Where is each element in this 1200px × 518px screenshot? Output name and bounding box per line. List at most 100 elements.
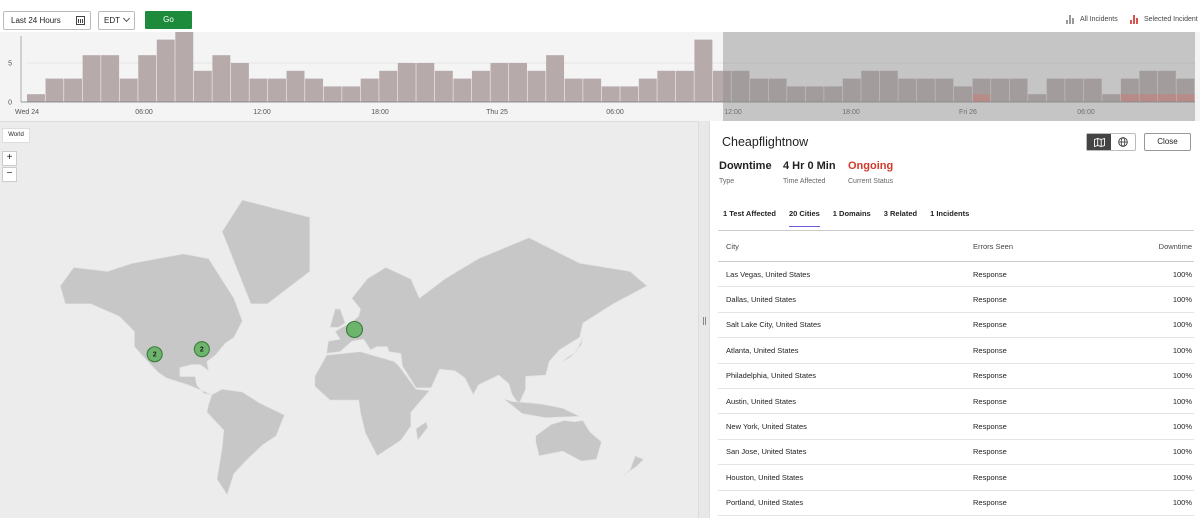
histogram-bar[interactable] <box>601 86 620 102</box>
city-cell: Houston, United States <box>726 472 804 482</box>
histogram-bar[interactable] <box>175 32 194 102</box>
histogram-bar[interactable] <box>620 86 639 102</box>
column-header-city[interactable]: City <box>718 242 973 251</box>
table-row[interactable]: New York, United States Response 100% <box>718 414 1194 440</box>
histogram-bar[interactable] <box>397 63 416 102</box>
greenland-shape <box>221 199 311 305</box>
location-cluster-marker[interactable] <box>345 320 364 339</box>
madagascar-shape <box>415 421 429 442</box>
calendar-icon[interactable] <box>76 16 85 25</box>
histogram-bar[interactable] <box>212 55 231 102</box>
histogram-bar[interactable] <box>638 78 657 102</box>
column-header-downtime[interactable]: Downtime <box>1123 242 1194 251</box>
cluster-count: 2 <box>153 352 157 359</box>
histogram-bar[interactable] <box>268 78 286 102</box>
x-tick-label: 18:00 <box>371 109 389 116</box>
histogram-bar[interactable] <box>490 63 509 102</box>
histogram-bar[interactable] <box>453 78 472 102</box>
table-row[interactable]: Dallas, United States Response 100% <box>718 287 1194 313</box>
time-range-select[interactable]: Last 24 Hours <box>3 11 91 30</box>
tab-related[interactable]: 3 Related <box>879 209 922 231</box>
histogram-chart[interactable]: 50Wed 24 06:00 12:00 18:00 Thu 25 06:00 12:00 1… <box>0 32 1200 121</box>
downtime-cell: 100% <box>1172 320 1192 330</box>
stat-type-label: Type <box>719 178 735 185</box>
bar-chart-icon <box>1066 15 1076 24</box>
histogram-bar[interactable] <box>156 39 175 102</box>
city-cell: San Jose, United States <box>726 447 807 457</box>
legend-all-incidents[interactable]: All Incidents <box>1066 15 1118 24</box>
tab-cities[interactable]: 20 Cities <box>784 209 825 231</box>
city-cell: Philadelphia, United States <box>726 371 817 381</box>
table-row[interactable]: Salt Lake City, United States Response 100… <box>718 313 1194 339</box>
panel-splitter[interactable] <box>698 121 710 518</box>
table-row[interactable]: Houston, United States Response 100% <box>718 465 1194 491</box>
map-view-button[interactable] <box>1087 134 1111 150</box>
histogram-bar[interactable] <box>564 78 583 102</box>
histogram-bar[interactable] <box>379 70 398 102</box>
histogram-bar[interactable] <box>675 70 694 102</box>
downtime-cell: 100% <box>1172 345 1192 355</box>
new-zealand-shape <box>623 455 645 476</box>
world-map[interactable]: 22 World + − <box>0 121 698 518</box>
histogram-bar[interactable] <box>119 78 138 102</box>
histogram-bar[interactable] <box>583 78 602 102</box>
histogram-bar[interactable] <box>471 70 490 102</box>
tab-domains[interactable]: 1 Domains <box>828 209 876 231</box>
tab-incidents[interactable]: 1 Incidents <box>925 209 974 231</box>
histogram-bar[interactable] <box>323 86 342 102</box>
downtime-cell: 100% <box>1172 472 1192 482</box>
histogram-bar[interactable] <box>64 78 83 102</box>
incident-histogram[interactable]: 5 0 Wed 24 06:00 12:00 18:00 Thu 25 06:00 12:00 1… <box>0 32 1200 121</box>
column-header-errors[interactable]: Errors Seen <box>973 242 1123 251</box>
drag-handle-icon[interactable] <box>703 317 706 325</box>
selection-overlay[interactable] <box>723 32 1195 121</box>
table-row[interactable]: Atlanta, United States Response 100% <box>718 338 1194 364</box>
histogram-bar[interactable] <box>694 39 713 102</box>
histogram-bar[interactable] <box>416 63 435 102</box>
cluster-count: 2 <box>200 347 204 354</box>
errors-cell: Response <box>973 396 1007 406</box>
x-tick-label: 06:00 <box>135 109 153 116</box>
histogram-bar[interactable] <box>82 55 101 102</box>
downtime-cell: 100% <box>1172 498 1192 508</box>
cities-table: City Errors Seen Downtime Las Vegas, Uni… <box>718 230 1194 516</box>
table-row[interactable]: Austin, United States Response 100% <box>718 389 1194 415</box>
stat-status-value: Ongoing <box>848 160 894 172</box>
timezone-select[interactable]: EDT <box>98 11 135 30</box>
view-toggle[interactable] <box>1086 133 1136 151</box>
errors-cell: Response <box>973 498 1007 508</box>
tab-tests-affected[interactable]: 1 Test Affected <box>718 209 781 231</box>
map-world-button[interactable]: World <box>2 128 30 143</box>
histogram-bar[interactable] <box>342 86 361 102</box>
close-button[interactable]: Close <box>1144 133 1191 151</box>
city-cell: Salt Lake City, United States <box>726 320 821 330</box>
histogram-bar[interactable] <box>193 70 212 102</box>
histogram-bar[interactable] <box>286 70 305 102</box>
table-row[interactable]: Philadelphia, United States Response 100% <box>718 364 1194 389</box>
histogram-bar[interactable] <box>527 70 546 102</box>
histogram-bar[interactable] <box>305 78 324 102</box>
histogram-bar[interactable] <box>546 55 565 102</box>
downtime-cell: 100% <box>1172 295 1192 305</box>
legend-selected-incident[interactable]: Selected Incident <box>1130 15 1198 24</box>
table-row[interactable]: San Jose, United States Response 100% <box>718 440 1194 466</box>
map-canvas[interactable]: 22 <box>0 122 698 518</box>
go-button[interactable]: Go <box>145 11 192 29</box>
timezone-value: EDT <box>104 16 120 25</box>
zoom-out-button[interactable]: − <box>2 167 17 182</box>
stat-time-value: 4 Hr 0 Min <box>783 160 836 172</box>
zoom-in-button[interactable]: + <box>2 151 17 166</box>
histogram-bar[interactable] <box>230 63 249 102</box>
histogram-bar[interactable] <box>657 70 676 102</box>
histogram-bar[interactable] <box>138 55 157 102</box>
globe-view-button[interactable] <box>1111 134 1135 150</box>
histogram-bar[interactable] <box>434 70 453 102</box>
histogram-bar[interactable] <box>45 78 64 102</box>
histogram-bar[interactable] <box>27 94 45 102</box>
table-row[interactable]: Portland, United States Response 100% <box>718 491 1194 516</box>
histogram-bar[interactable] <box>101 55 120 102</box>
histogram-bar[interactable] <box>360 78 379 102</box>
histogram-bar[interactable] <box>249 78 268 102</box>
table-row[interactable]: Las Vegas, United States Response 100% <box>718 262 1194 288</box>
histogram-bar[interactable] <box>509 63 527 102</box>
